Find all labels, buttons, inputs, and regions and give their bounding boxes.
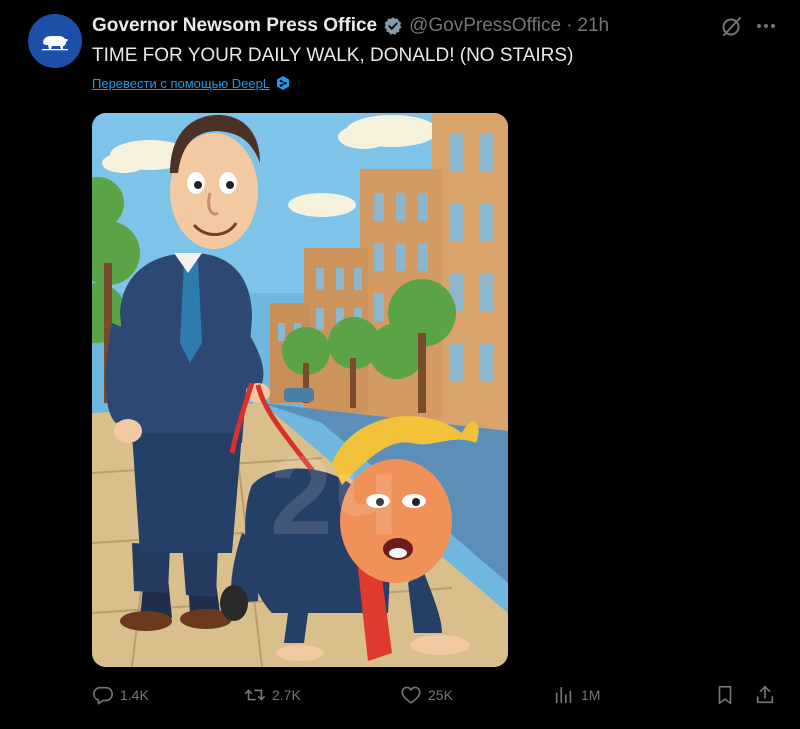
views-button[interactable]: 1M	[553, 684, 600, 706]
tweet[interactable]: Governor Newsom Press Office @GovPressOf…	[0, 0, 800, 729]
separator: ·	[566, 15, 573, 36]
reply-button[interactable]: 1.4K	[92, 684, 149, 706]
repost-count: 2.7K	[272, 687, 301, 703]
more-icon	[757, 24, 775, 28]
author-name[interactable]: Governor Newsom Press Office	[92, 15, 377, 37]
like-button[interactable]: 25K	[400, 684, 453, 706]
verified-badge-icon	[383, 16, 403, 36]
share-icon	[756, 685, 774, 704]
repost-button[interactable]: 2.7K	[244, 684, 301, 706]
reply-count: 1.4K	[120, 687, 149, 703]
views-icon	[555, 686, 572, 704]
like-count: 25K	[428, 687, 453, 703]
deepl-icon	[275, 75, 291, 91]
bookmark-button[interactable]	[714, 684, 742, 706]
author-handle[interactable]: @GovPressOffice	[409, 15, 561, 37]
tweet-header: Governor Newsom Press Office @GovPressOf…	[92, 14, 609, 38]
translate-row: Перевести с помощью DeepL	[92, 75, 291, 91]
more-button[interactable]	[754, 14, 778, 38]
action-bar: 1.4K 2.7K 25K 1M	[92, 684, 782, 708]
tweet-image[interactable]: 2ч	[92, 113, 508, 667]
translate-link[interactable]: Перевести с помощью DeepL	[92, 76, 270, 91]
bookmark-icon	[718, 685, 732, 705]
bear-logo-icon	[42, 36, 68, 51]
like-icon	[401, 686, 421, 704]
cartoon-illustration	[92, 113, 508, 667]
grok-button[interactable]	[720, 14, 744, 38]
reply-icon	[93, 686, 113, 705]
avatar[interactable]	[28, 14, 82, 68]
tweet-text: TIME FOR YOUR DAILY WALK, DONALD! (NO ST…	[92, 45, 574, 66]
grok-icon	[722, 17, 741, 36]
repost-icon	[245, 689, 265, 701]
timestamp[interactable]: 21h	[577, 15, 609, 37]
share-button[interactable]	[754, 684, 782, 706]
views-count: 1M	[581, 687, 601, 703]
